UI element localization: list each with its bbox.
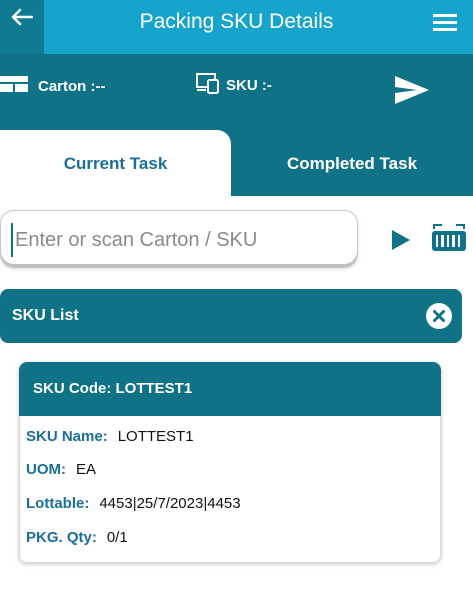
sku-card-body: SKU Name: LOTTEST1 UOM: EA Lottable: 4453|2… <box>19 416 441 563</box>
sku-card-header: SKU Code: LOTTEST1 <box>19 362 441 416</box>
play-icon <box>392 230 410 250</box>
carton-icon <box>0 74 30 98</box>
lottable-label: Lottable: <box>26 495 90 512</box>
sku-card[interactable]: SKU Code: LOTTEST1 SKU Name: LOTTEST1 UOM… <box>19 362 441 563</box>
sku-code: SKU Code: LOTTEST1 <box>33 362 192 416</box>
devices-icon <box>196 72 220 98</box>
search-box <box>0 210 358 268</box>
uom-label: UOM: <box>26 461 66 478</box>
sku-list-title: SKU List <box>12 307 79 324</box>
submit-button[interactable] <box>388 228 412 252</box>
sku-code-label: SKU Code: <box>33 380 112 397</box>
info-bar: Carton :-- SKU :- <box>0 54 473 130</box>
carton-label: Carton :-- <box>38 77 106 95</box>
sku-code-value: LOTTEST1 <box>115 380 193 397</box>
close-button[interactable] <box>426 303 452 329</box>
pkg-qty-row: PKG. Qty: 0/1 <box>26 529 128 546</box>
barcode-scanner-icon <box>432 224 466 251</box>
pkg-qty-value: 0/1 <box>106 529 128 546</box>
tab-completed-task[interactable]: Completed Task <box>231 130 473 196</box>
uom-row: UOM: EA <box>26 461 96 478</box>
task-tabs: Current Task Completed Task <box>0 130 473 196</box>
sku-info: SKU :- <box>196 72 272 98</box>
menu-button[interactable] <box>431 10 459 34</box>
tab-current-task[interactable]: Current Task <box>0 130 231 196</box>
app-header: Packing SKU Details <box>0 0 473 54</box>
barcode-scan-button[interactable] <box>430 223 468 255</box>
sku-name-label: SKU Name: <box>26 428 108 445</box>
close-icon <box>433 310 445 322</box>
sku-name-row: SKU Name: LOTTEST1 <box>26 428 194 445</box>
lottable-row: Lottable: 4453|25/7/2023|4453 <box>26 495 241 512</box>
arrow-left-icon <box>11 0 34 31</box>
send-button[interactable] <box>392 72 432 108</box>
sku-list-header: SKU List <box>0 289 462 343</box>
carton-sku-input[interactable] <box>11 223 341 257</box>
uom-value: EA <box>76 461 97 478</box>
hamburger-icon <box>433 14 457 31</box>
lottable-value: 4453|25/7/2023|4453 <box>99 495 241 512</box>
sku-name-value: LOTTEST1 <box>117 428 194 445</box>
page-title: Packing SKU Details <box>139 10 334 33</box>
carton-info: Carton :-- <box>0 74 106 98</box>
send-icon <box>395 76 429 104</box>
back-button[interactable] <box>0 0 44 54</box>
pkg-qty-label: PKG. Qty: <box>26 529 97 546</box>
sku-label: SKU :- <box>226 76 272 94</box>
